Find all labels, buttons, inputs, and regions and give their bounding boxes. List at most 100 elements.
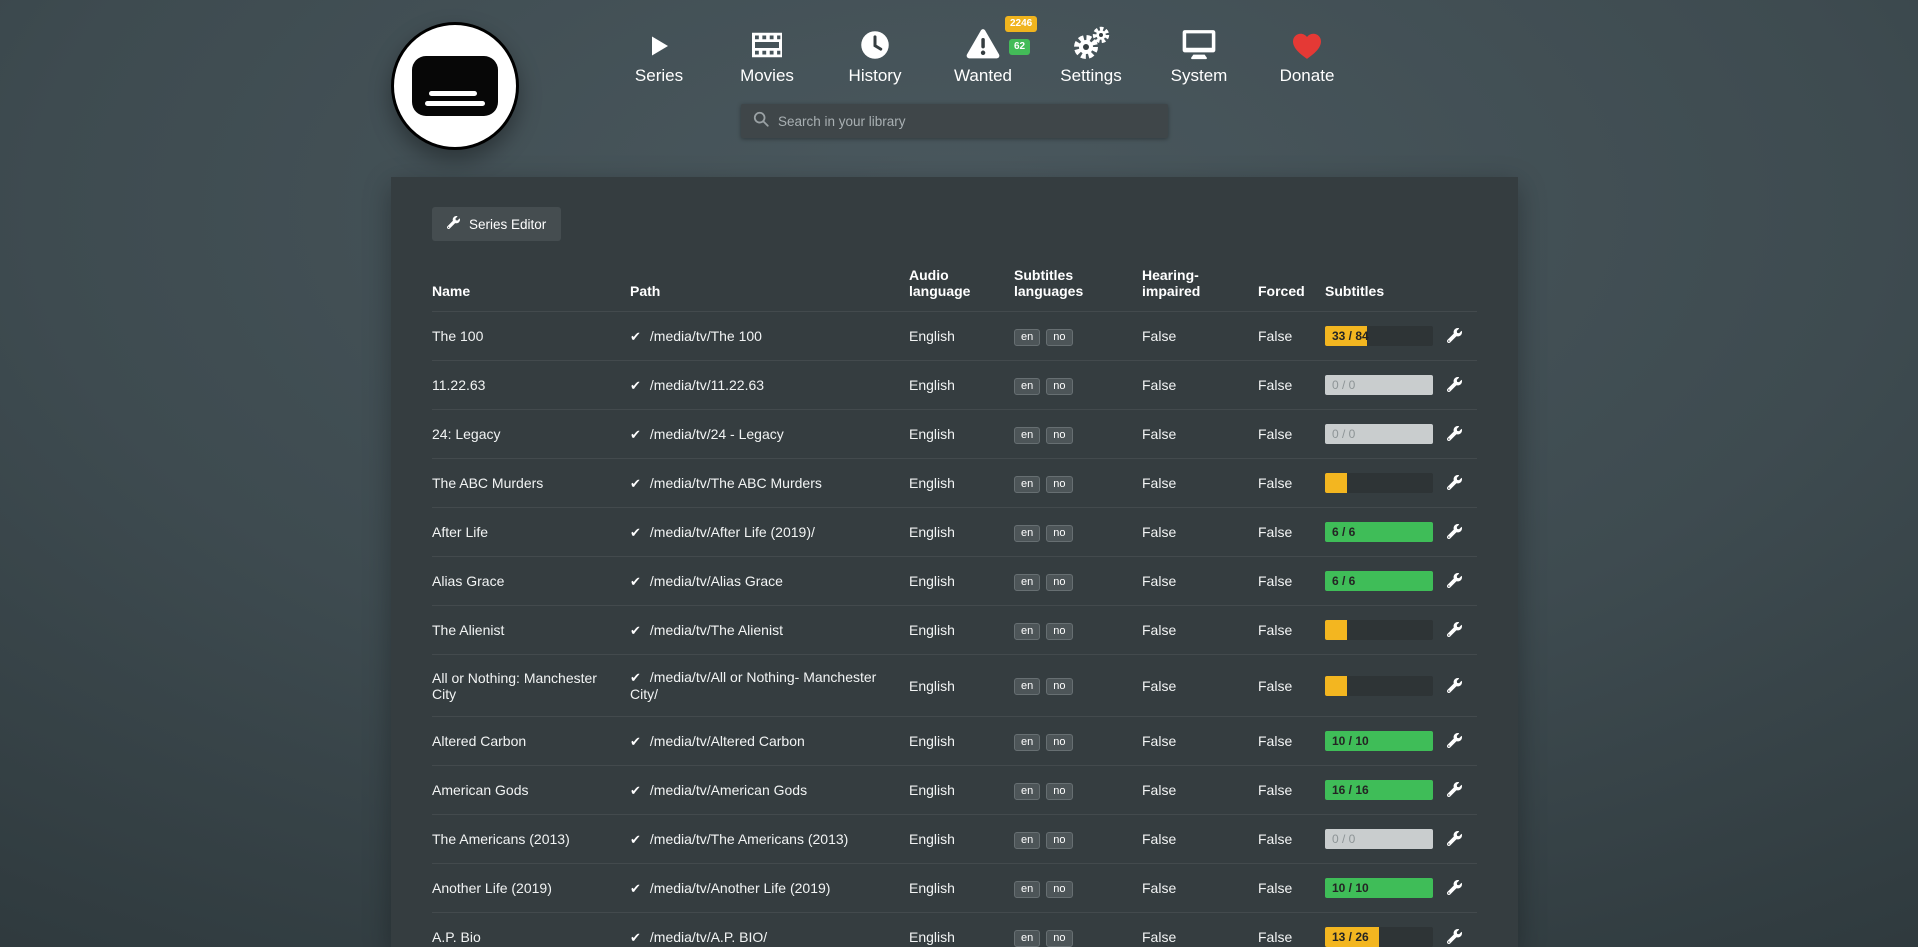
series-name: Alias Grace <box>432 557 630 606</box>
check-icon: ✔ <box>630 882 641 897</box>
series-editor-button[interactable]: Series Editor <box>432 207 561 241</box>
edit-series-button[interactable] <box>1445 780 1464 799</box>
subtitles-count: 13 / 26 <box>1332 927 1369 947</box>
audio-language: English <box>909 459 1014 508</box>
nav-label: History <box>821 66 929 86</box>
subtitles-count: 10 / 10 <box>1332 731 1369 751</box>
check-icon: ✔ <box>630 379 641 394</box>
hearing-impaired: False <box>1142 913 1258 947</box>
series-name: 24: Legacy <box>432 410 630 459</box>
nav-label: Movies <box>713 66 821 86</box>
edit-series-button[interactable] <box>1445 375 1464 394</box>
forced: False <box>1258 312 1325 361</box>
hearing-impaired: False <box>1142 459 1258 508</box>
audio-language: English <box>909 815 1014 864</box>
search-input[interactable] <box>778 114 1156 129</box>
language-chip: no <box>1046 525 1072 542</box>
language-chip: en <box>1014 783 1040 800</box>
nav-item-donate[interactable]: Donate <box>1253 20 1361 86</box>
forced: False <box>1258 459 1325 508</box>
edit-series-button[interactable] <box>1445 829 1464 848</box>
series-name: The Alienist <box>432 606 630 655</box>
table-header-row: NamePathAudio languageSubtitles language… <box>432 267 1477 312</box>
audio-language: English <box>909 864 1014 913</box>
language-chip: no <box>1046 476 1072 493</box>
check-icon: ✔ <box>630 735 641 750</box>
series-name: Altered Carbon <box>432 717 630 766</box>
edit-series-button[interactable] <box>1445 927 1464 946</box>
language-chip: no <box>1046 329 1072 346</box>
check-icon: ✔ <box>630 833 641 848</box>
subtitles-progress-bar: 16 / 16 <box>1325 780 1433 800</box>
edit-series-button[interactable] <box>1445 878 1464 897</box>
subtitles-count: 16 / 16 <box>1332 780 1369 800</box>
series-table-body: The 100 ✔/media/tv/The 100 English enno … <box>432 312 1477 947</box>
heart-icon <box>1253 20 1361 60</box>
subtitles-progress-bar <box>1325 473 1433 493</box>
language-chip: no <box>1046 623 1072 640</box>
series-name: Another Life (2019) <box>432 864 630 913</box>
table-row: The Alienist ✔/media/tv/The Alienist Eng… <box>432 606 1477 655</box>
nav-label: Donate <box>1253 66 1361 86</box>
series-name: The ABC Murders <box>432 459 630 508</box>
series-name: All or Nothing: Manchester City <box>432 655 630 717</box>
edit-series-button[interactable] <box>1445 473 1464 492</box>
table-row: The 100 ✔/media/tv/The 100 English enno … <box>432 312 1477 361</box>
table-row: 24: Legacy ✔/media/tv/24 - Legacy Englis… <box>432 410 1477 459</box>
wanted-series-count-badge: 2246 <box>1005 16 1037 32</box>
series-path: /media/tv/All or Nothing- Manchester Cit… <box>630 669 876 702</box>
nav-item-series[interactable]: Series <box>605 20 713 86</box>
language-chip: en <box>1014 525 1040 542</box>
column-header: Path <box>630 267 909 312</box>
subtitle-languages: enno <box>1014 312 1142 361</box>
subtitles-progress-fill <box>1325 473 1347 493</box>
language-chip: no <box>1046 378 1072 395</box>
edit-series-button[interactable] <box>1445 326 1464 345</box>
language-chip: no <box>1046 881 1072 898</box>
subtitles-count: 0 / 0 <box>1332 424 1355 444</box>
subtitle-languages: enno <box>1014 459 1142 508</box>
table-row: All or Nothing: Manchester City ✔/media/… <box>432 655 1477 717</box>
series-path: /media/tv/American Gods <box>650 782 807 798</box>
edit-series-button[interactable] <box>1445 522 1464 541</box>
subtitles-progress-bar: 0 / 0 <box>1325 375 1433 395</box>
bazarr-logo[interactable] <box>391 22 519 150</box>
forced: False <box>1258 913 1325 947</box>
forced: False <box>1258 606 1325 655</box>
subtitles-progress-bar <box>1325 676 1433 696</box>
language-chip: no <box>1046 427 1072 444</box>
nav-label: Wanted <box>929 66 1037 86</box>
nav-item-system[interactable]: System <box>1145 20 1253 86</box>
check-icon: ✔ <box>630 330 641 345</box>
edit-series-button[interactable] <box>1445 676 1464 695</box>
edit-series-button[interactable] <box>1445 424 1464 443</box>
nav-item-movies[interactable]: Movies <box>713 20 821 86</box>
nav-item-history[interactable]: History <box>821 20 929 86</box>
edit-series-button[interactable] <box>1445 620 1464 639</box>
language-chip: no <box>1046 734 1072 751</box>
subtitle-languages: enno <box>1014 864 1142 913</box>
edit-series-button[interactable] <box>1445 571 1464 590</box>
subtitle-languages: enno <box>1014 717 1142 766</box>
check-icon: ✔ <box>630 671 641 686</box>
nav-item-wanted[interactable]: Wanted 2246 62 <box>929 20 1037 86</box>
subtitle-languages: enno <box>1014 557 1142 606</box>
table-row: The ABC Murders ✔/media/tv/The ABC Murde… <box>432 459 1477 508</box>
nav-item-settings[interactable]: Settings <box>1037 20 1145 86</box>
check-icon: ✔ <box>630 526 641 541</box>
gears-icon <box>1037 20 1145 60</box>
language-chip: en <box>1014 476 1040 493</box>
column-header: Name <box>432 267 630 312</box>
monitor-icon <box>1145 20 1253 60</box>
edit-series-button[interactable] <box>1445 731 1464 750</box>
film-icon <box>713 20 821 60</box>
forced: False <box>1258 557 1325 606</box>
series-name: American Gods <box>432 766 630 815</box>
forced: False <box>1258 508 1325 557</box>
series-panel: Series Editor NamePathAudio languageSubt… <box>391 177 1518 947</box>
table-row: After Life ✔/media/tv/After Life (2019)/… <box>432 508 1477 557</box>
hearing-impaired: False <box>1142 717 1258 766</box>
subtitles-progress-bar: 6 / 6 <box>1325 571 1433 591</box>
forced: False <box>1258 717 1325 766</box>
subtitles-progress-fill <box>1325 620 1347 640</box>
